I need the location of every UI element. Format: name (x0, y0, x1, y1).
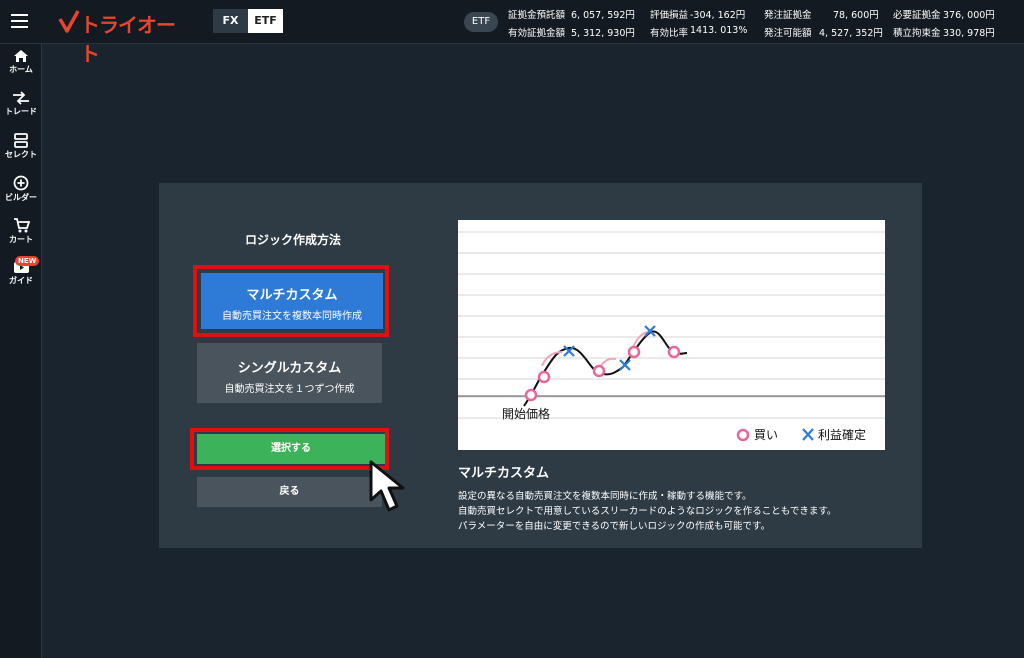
account-label: 発注可能額 (764, 28, 812, 39)
option-title: マルチカスタム (246, 288, 338, 303)
price-path (523, 330, 688, 407)
account-label: 評価損益 (650, 10, 689, 21)
buy-marker (592, 364, 606, 378)
tab-fx[interactable]: FX (213, 9, 248, 33)
chart-gridlines (458, 231, 885, 419)
sidebar: ホーム トレード セレクト ビルダー カート NEW ガイド (0, 44, 42, 658)
account-label: 有効比率 (650, 28, 689, 39)
sidebar-item-label: セレクト (5, 150, 37, 159)
plus-circle-icon (13, 175, 29, 191)
logo-text: トライオート (80, 13, 176, 66)
account-value: -304, 162円 (690, 10, 746, 21)
sidebar-item-builder[interactable]: ビルダー (0, 175, 42, 203)
logo[interactable]: トライオート (58, 8, 193, 66)
account-label: 必要証拠金 (893, 10, 941, 21)
market-badge: ETF (464, 12, 498, 32)
sidebar-item-guide[interactable]: NEW ガイド (0, 256, 42, 286)
single-custom-option[interactable]: シングルカスタム 自動売買注文を１つずつ作成 (197, 343, 382, 403)
option-title: シングルカスタム (237, 361, 342, 376)
option-subtitle: 自動売買注文を１つずつ作成 (224, 384, 355, 395)
buy-marker (524, 388, 538, 402)
sidebar-item-label: ビルダー (5, 193, 37, 202)
logo-mark-icon (58, 10, 80, 33)
account-value: 330, 978円 (943, 28, 995, 39)
legend-buy-swatch (736, 428, 750, 442)
trade-arrows-icon (13, 91, 29, 105)
cart-icon (13, 218, 30, 233)
logic-creation-panel: ロジック作成方法 マルチカスタム 自動売買注文を複数本同時作成 シングルカスタム… (159, 183, 922, 548)
account-value: 5, 312, 930円 (571, 28, 635, 39)
panel-title: ロジック作成方法 (244, 233, 341, 247)
market-toggle[interactable]: FX ETF (213, 9, 283, 33)
buy-marker (627, 345, 641, 359)
account-value: 6, 057, 592円 (571, 10, 635, 21)
legend-profit-swatch (802, 428, 814, 441)
tab-etf[interactable]: ETF (248, 9, 283, 33)
sidebar-item-cart[interactable]: カート (0, 218, 42, 245)
sidebar-item-home[interactable]: ホーム (0, 49, 42, 75)
account-value: 4, 527, 352円 (819, 28, 883, 39)
sidebar-item-label: ホーム (9, 65, 33, 74)
select-button[interactable]: 選択する (197, 434, 385, 464)
description-line: 設定の異なる自動売買注文を複数本同時に作成・稼動する機能です。 (458, 491, 752, 502)
back-button[interactable]: 戻る (197, 477, 382, 507)
profit-marker (619, 359, 631, 371)
sidebar-item-trade[interactable]: トレード (0, 91, 42, 117)
description-title: マルチカスタム (458, 466, 550, 481)
buy-marker (537, 370, 551, 384)
legend-profit-label: 利益確定 (818, 427, 866, 442)
start-price-label: 開始価格 (502, 406, 550, 421)
description-line: パラメーターを自由に変更できるので新しいロジックの作成も可能です。 (458, 521, 771, 532)
account-value: 376, 000円 (943, 10, 995, 21)
select-boxes-icon (14, 133, 28, 148)
top-bar: トライオート FX ETF ETF 証拠金預託額 6, 057, 592円 評価… (0, 0, 1024, 66)
sidebar-item-label: トレード (5, 107, 37, 116)
legend-buy-label: 買い (754, 428, 778, 442)
menu-icon[interactable] (11, 14, 28, 28)
home-icon (14, 50, 28, 62)
account-label: 有効証拠金額 (508, 28, 566, 39)
illustration-chart: 開始価格 買い 利益確定 (458, 220, 885, 450)
sidebar-item-select[interactable]: セレクト (0, 133, 42, 160)
account-value: 1413. 013% (690, 25, 748, 36)
mouse-pointer-icon (369, 460, 405, 512)
account-label: 発注証拠金 (764, 10, 812, 21)
multi-custom-option[interactable]: マルチカスタム 自動売買注文を複数本同時作成 (201, 273, 383, 329)
account-label: 積立拘束金 (893, 28, 941, 39)
sidebar-item-label: ガイド (9, 276, 33, 285)
buy-marker (667, 345, 681, 359)
description-line: 自動売買セレクトで用意しているスリーカードのようなロジックを作ることもできます。 (458, 506, 837, 517)
option-subtitle: 自動売買注文を複数本同時作成 (222, 311, 362, 322)
chart-svg: 開始価格 買い 利益確定 (458, 231, 885, 442)
account-label: 証拠金預託額 (508, 10, 566, 21)
sidebar-item-label: カート (9, 235, 33, 244)
new-badge: NEW (15, 256, 40, 266)
account-value: 78, 600円 (833, 10, 879, 21)
